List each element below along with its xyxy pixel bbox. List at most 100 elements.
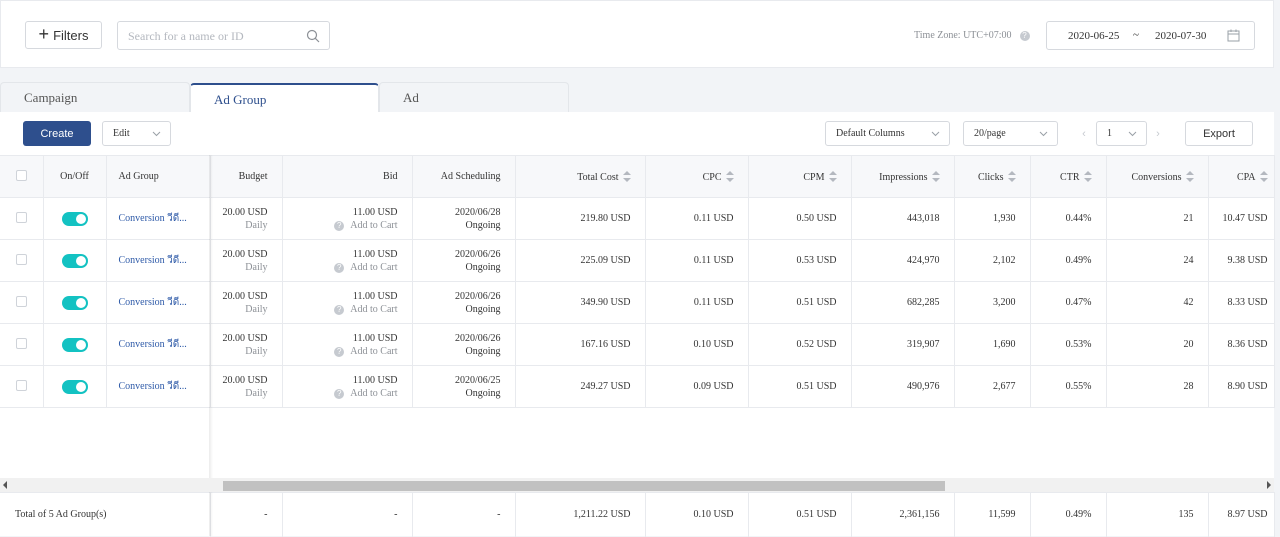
search-icon[interactable] — [306, 29, 320, 43]
row-checkbox[interactable] — [15, 379, 27, 391]
ad-group-name-link[interactable]: Conversion วีดี... — [119, 381, 187, 392]
ad-group-name-link[interactable]: Conversion วีดี... — [119, 213, 187, 224]
help-icon[interactable]: ? — [1019, 30, 1030, 41]
ad-group-name-link[interactable]: Conversion วีดี... — [119, 255, 187, 266]
ctr-cell: 0.53% — [1030, 323, 1107, 366]
select-all-checkbox[interactable] — [15, 169, 27, 181]
date-end[interactable]: 2020-07-30 — [1155, 30, 1206, 42]
row-checkbox-cell[interactable] — [0, 365, 44, 408]
row-toggle-cell[interactable] — [43, 197, 107, 240]
sort-icon[interactable] — [725, 170, 734, 182]
horizontal-scrollbar[interactable] — [0, 478, 1274, 493]
row-toggle-cell[interactable] — [43, 323, 107, 366]
filters-button[interactable]: + Filters — [25, 21, 102, 49]
header-cpm-label: CPM — [803, 171, 825, 183]
ad-group-name-cell[interactable]: Conversion วีดี... — [106, 365, 211, 408]
header-cpa[interactable]: CPA — [1208, 155, 1275, 198]
help-icon[interactable]: ? — [334, 346, 345, 357]
status-toggle[interactable] — [61, 253, 88, 268]
conversions-cell: 24 — [1106, 239, 1209, 282]
scrollbar-thumb[interactable] — [223, 481, 945, 491]
clicks-cell: 1,930 — [954, 197, 1031, 240]
status-toggle[interactable] — [61, 211, 88, 226]
sort-icon[interactable] — [931, 170, 940, 182]
timezone-info: Time Zone: UTC+07:00 ? — [914, 30, 1030, 41]
header-total-cost-label: Total Cost — [577, 171, 619, 183]
cpc-cell: 0.11 USD — [645, 239, 749, 282]
header-cpc[interactable]: CPC — [645, 155, 749, 198]
page-size-dropdown[interactable]: 20/page — [963, 121, 1058, 146]
status-toggle[interactable] — [61, 295, 88, 310]
ad-group-name-link[interactable]: Conversion วีดี... — [119, 297, 187, 308]
status-toggle[interactable] — [61, 337, 88, 352]
create-button[interactable]: Create — [23, 121, 91, 146]
search-box[interactable] — [117, 21, 330, 50]
edit-label: Edit — [113, 128, 130, 139]
ad-group-name-cell[interactable]: Conversion วีดี... — [106, 197, 211, 240]
cpa-cell: 9.38 USD — [1208, 239, 1275, 282]
table-row: Conversion วีดี... 20.00 USD Daily 11.00 US… — [0, 197, 1275, 240]
ctr-cell: 0.47% — [1030, 281, 1107, 324]
totals-cpc: 0.10 USD — [645, 492, 749, 537]
help-icon[interactable]: ? — [334, 220, 345, 231]
columns-dropdown[interactable]: Default Columns — [825, 121, 950, 146]
sort-icon[interactable] — [1259, 170, 1268, 182]
sort-icon[interactable] — [1083, 170, 1092, 182]
edit-dropdown[interactable]: Edit — [102, 121, 171, 146]
ad-group-name-cell[interactable]: Conversion วีดี... — [106, 281, 211, 324]
help-icon[interactable]: ? — [334, 262, 345, 273]
tab-campaign[interactable]: Campaign — [0, 82, 190, 112]
header-impressions[interactable]: Impressions — [851, 155, 955, 198]
row-checkbox[interactable] — [15, 253, 27, 265]
row-checkbox-cell[interactable] — [0, 323, 44, 366]
header-total-cost[interactable]: Total Cost — [515, 155, 646, 198]
row-toggle-cell[interactable] — [43, 281, 107, 324]
bid-value: 11.00 USD — [352, 332, 398, 344]
calendar-icon[interactable] — [1227, 29, 1240, 42]
bid-cell: 11.00 USD? Add to Cart — [282, 281, 413, 324]
cpm-cell: 0.52 USD — [748, 323, 852, 366]
ad-group-name-link[interactable]: Conversion วีดี... — [119, 339, 187, 350]
sort-icon[interactable] — [622, 170, 631, 182]
conversions-cell: 42 — [1106, 281, 1209, 324]
row-toggle-cell[interactable] — [43, 239, 107, 282]
clicks-cell: 2,677 — [954, 365, 1031, 408]
row-checkbox-cell[interactable] — [0, 239, 44, 282]
sort-icon[interactable] — [1185, 170, 1194, 182]
select-all-checkbox-cell[interactable] — [0, 155, 44, 198]
bid-cell: 11.00 USD? Add to Cart — [282, 323, 413, 366]
header-clicks[interactable]: Clicks — [954, 155, 1031, 198]
help-icon[interactable]: ? — [334, 388, 345, 399]
header-ctr[interactable]: CTR — [1030, 155, 1107, 198]
export-button[interactable]: Export — [1185, 121, 1253, 146]
sort-icon[interactable] — [828, 170, 837, 182]
header-conversions[interactable]: Conversions — [1106, 155, 1209, 198]
ad-group-name-cell[interactable]: Conversion วีดี... — [106, 239, 211, 282]
row-checkbox-cell[interactable] — [0, 197, 44, 240]
bid-value: 11.00 USD — [352, 290, 398, 302]
date-range-picker[interactable]: 2020-06-25 ~ 2020-07-30 — [1046, 21, 1255, 50]
help-icon[interactable]: ? — [334, 304, 345, 315]
tab-ad-group[interactable]: Ad Group — [190, 83, 379, 113]
row-checkbox-cell[interactable] — [0, 281, 44, 324]
totals-cpa: 8.97 USD — [1208, 492, 1275, 537]
cpc-cell: 0.10 USD — [645, 323, 749, 366]
status-toggle[interactable] — [61, 379, 88, 394]
row-checkbox[interactable] — [15, 337, 27, 349]
row-toggle-cell[interactable] — [43, 365, 107, 408]
scroll-left-icon[interactable] — [3, 481, 7, 489]
prev-page-icon[interactable]: ‹ — [1073, 122, 1095, 147]
search-input[interactable] — [128, 28, 298, 44]
ad-group-name-cell[interactable]: Conversion วีดี... — [106, 323, 211, 366]
date-start[interactable]: 2020-06-25 — [1068, 30, 1119, 42]
next-page-icon[interactable]: › — [1147, 122, 1169, 147]
tab-ad[interactable]: Ad — [379, 82, 569, 112]
total-cost-cell: 249.27 USD — [515, 365, 646, 408]
row-checkbox[interactable] — [15, 211, 27, 223]
header-cpm[interactable]: CPM — [748, 155, 852, 198]
sort-icon[interactable] — [1007, 170, 1016, 182]
totals-total-cost: 1,211.22 USD — [515, 492, 646, 537]
row-checkbox[interactable] — [15, 295, 27, 307]
scroll-right-icon[interactable] — [1267, 481, 1271, 489]
page-number-dropdown[interactable]: 1 — [1096, 121, 1147, 146]
